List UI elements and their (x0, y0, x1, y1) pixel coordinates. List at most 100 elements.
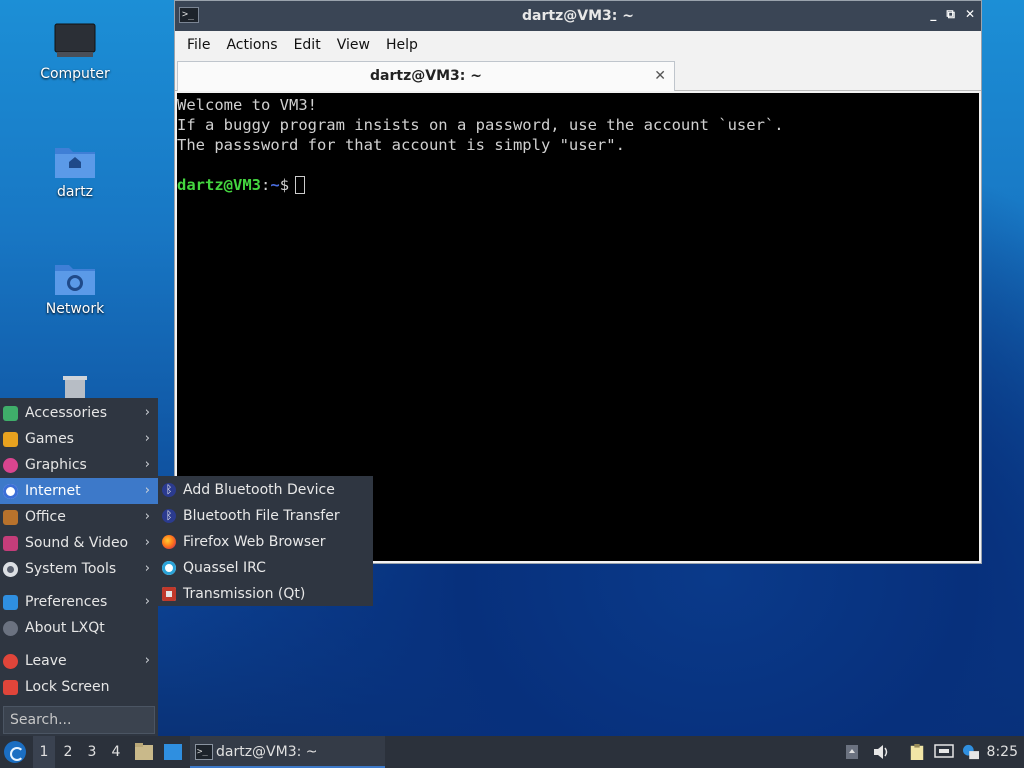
desktop-icon-home-folder[interactable]: dartz (20, 140, 130, 200)
transmission-icon (162, 587, 176, 601)
accessories-icon (3, 406, 18, 421)
notification-icon[interactable] (961, 744, 981, 760)
desktop-switcher-1[interactable]: 1 (33, 736, 55, 768)
volume-icon[interactable] (872, 744, 890, 760)
menu-item-internet[interactable]: Internet › (0, 478, 158, 504)
menu-edit[interactable]: Edit (286, 37, 329, 53)
desktop-switcher-2[interactable]: 2 (57, 736, 79, 768)
terminal-prompt: dartz@VM3:~$ (177, 175, 979, 195)
menu-item-lock-screen[interactable]: Lock Screen (0, 674, 158, 700)
computer-icon (54, 23, 96, 57)
menu-item-label: Sound & Video (25, 535, 129, 551)
menubar: File Actions Edit View Help (175, 31, 981, 59)
home-folder-icon (55, 148, 95, 178)
menu-item-label: Internet (25, 483, 81, 499)
tab-close-button[interactable]: ✕ (654, 62, 666, 90)
menu-item-label: System Tools (25, 561, 117, 577)
desktop-switcher-3[interactable]: 3 (81, 736, 103, 768)
menu-file[interactable]: File (179, 37, 218, 53)
power-icon (3, 654, 18, 669)
tray-expand-icon[interactable] (845, 744, 859, 760)
window-title: dartz@VM3: ~ (522, 8, 634, 24)
menu-search-input[interactable]: Search... (3, 706, 155, 734)
menu-help[interactable]: Help (378, 37, 426, 53)
minimize-button[interactable]: _ (930, 7, 936, 22)
preferences-icon (3, 595, 18, 610)
submenu-item-firefox[interactable]: Firefox Web Browser (158, 529, 373, 555)
menu-item-label: Graphics (25, 457, 87, 473)
games-icon (3, 432, 18, 447)
quassel-icon (162, 561, 176, 575)
menu-item-accessories[interactable]: Accessories › (0, 400, 158, 426)
menu-item-graphics[interactable]: Graphics › (0, 452, 158, 478)
menu-item-label: Leave (25, 653, 67, 669)
chevron-right-icon: › (144, 561, 150, 576)
tab-label: dartz@VM3: ~ (370, 68, 482, 84)
chevron-right-icon: › (144, 457, 150, 472)
chevron-right-icon: › (144, 653, 150, 668)
terminal-icon: >_ (195, 744, 213, 760)
internet-submenu: ᛒ Add Bluetooth Device ᛒ Bluetooth File Tr… (158, 476, 373, 606)
menu-item-preferences[interactable]: Preferences › (0, 589, 158, 615)
chevron-right-icon: › (144, 405, 150, 420)
menu-item-games[interactable]: Games › (0, 426, 158, 452)
menu-item-sound-video[interactable]: Sound & Video › (0, 530, 158, 556)
submenu-item-label: Transmission (Qt) (183, 586, 306, 602)
menu-item-label: Games (25, 431, 74, 447)
text-cursor (295, 176, 306, 194)
clipboard-icon[interactable] (908, 744, 926, 760)
menu-item-label: Preferences (25, 594, 108, 610)
restore-button[interactable]: ⧉ (946, 7, 955, 22)
desktop-icon-label: dartz (56, 184, 94, 200)
submenu-item-transmission[interactable]: Transmission (Qt) (158, 581, 373, 607)
chevron-right-icon: › (144, 535, 150, 550)
firefox-icon (162, 535, 176, 549)
chevron-right-icon: › (144, 594, 150, 609)
prompt-separator: : (261, 176, 271, 194)
desktop-icon-computer[interactable]: Computer (20, 22, 130, 82)
start-menu: Accessories › Games › Graphics › Internet › … (0, 398, 158, 736)
menu-item-office[interactable]: Office › (0, 504, 158, 530)
sound-video-icon (3, 536, 18, 551)
desktop-switcher-4[interactable]: 4 (105, 736, 127, 768)
clock[interactable]: 8:25 (987, 736, 1018, 768)
submenu-item-add-bluetooth-device[interactable]: ᛒ Add Bluetooth Device (158, 477, 373, 503)
terminal-app-icon[interactable]: >_ (179, 7, 199, 23)
info-icon (3, 621, 18, 636)
submenu-item-label: Bluetooth File Transfer (183, 508, 340, 524)
menu-item-label: Office (25, 509, 66, 525)
internet-icon (3, 484, 18, 499)
graphics-icon (3, 458, 18, 473)
desktop-icon-network[interactable]: Network (20, 257, 130, 317)
network-icon[interactable] (934, 744, 954, 760)
network-folder-icon (55, 265, 95, 295)
prompt-symbol: $ (279, 176, 290, 194)
tab-terminal[interactable]: dartz@VM3: ~ ✕ (177, 61, 675, 91)
menu-actions[interactable]: Actions (218, 37, 285, 53)
chevron-right-icon: › (144, 483, 150, 498)
menu-item-label: Accessories (25, 405, 108, 421)
taskbar: 1 2 3 4 >_ dartz@VM3: ~ 8:25 (0, 736, 1024, 768)
file-manager-launcher-icon[interactable] (134, 743, 154, 761)
menu-item-system-tools[interactable]: System Tools › (0, 556, 158, 582)
start-menu-button[interactable] (4, 741, 26, 763)
desktop-icon-trash[interactable] (20, 372, 130, 398)
menu-view[interactable]: View (329, 37, 378, 53)
submenu-item-label: Firefox Web Browser (183, 534, 326, 550)
desktop-icon-label: Computer (40, 66, 110, 82)
window-titlebar[interactable]: >_ dartz@VM3: ~ _ ⧉ ✕ (175, 1, 981, 31)
submenu-item-bluetooth-file-transfer[interactable]: ᛒ Bluetooth File Transfer (158, 503, 373, 529)
lock-icon (3, 680, 18, 695)
show-desktop-icon[interactable] (163, 743, 183, 761)
taskbar-task-terminal[interactable]: >_ dartz@VM3: ~ (190, 736, 385, 768)
prompt-path: ~ (270, 176, 280, 194)
bluetooth-icon: ᛒ (162, 509, 176, 523)
submenu-item-label: Add Bluetooth Device (183, 482, 335, 498)
close-button[interactable]: ✕ (965, 7, 975, 22)
terminal-line: The passsword for that account is simply… (177, 136, 625, 154)
menu-item-about-lxqt[interactable]: About LXQt (0, 615, 158, 641)
submenu-item-quassel-irc[interactable]: Quassel IRC (158, 555, 373, 581)
bluetooth-icon: ᛒ (162, 483, 176, 497)
submenu-item-label: Quassel IRC (183, 560, 266, 576)
menu-item-leave[interactable]: Leave › (0, 648, 158, 674)
